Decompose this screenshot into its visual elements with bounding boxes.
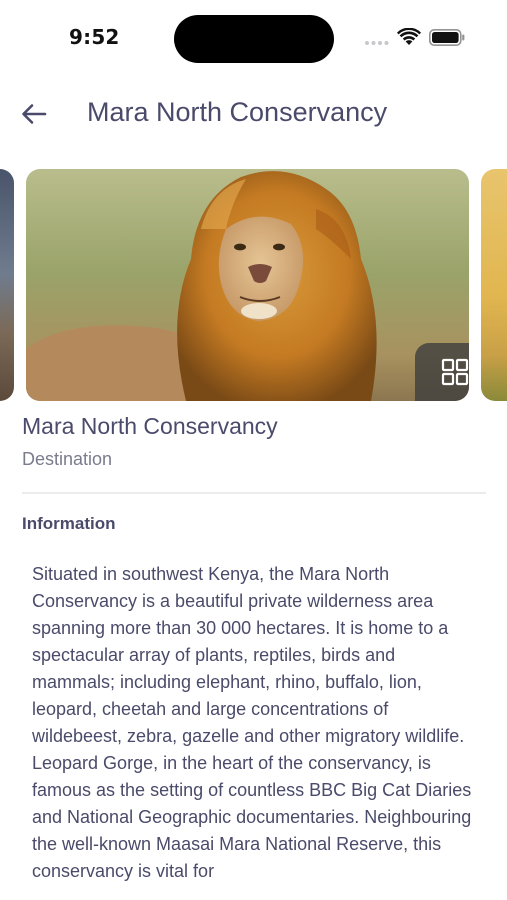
page-title: Mara North Conservancy: [87, 97, 388, 127]
place-title: Mara North Conservancy: [22, 413, 278, 439]
header: Mara North Conservancy: [0, 88, 507, 138]
carousel-card-next[interactable]: [481, 169, 507, 401]
carousel-card-current[interactable]: [26, 169, 469, 401]
status-time: 9:52: [69, 25, 120, 49]
lion-photo: [26, 169, 469, 401]
cellular-signal-icon: [365, 41, 389, 45]
information-heading: Information: [22, 514, 116, 533]
grid-icon: [441, 358, 469, 386]
screen: 9:52 Mara North Conservancy Mara North C…: [0, 0, 507, 900]
wifi-icon: [397, 28, 421, 45]
place-type-label: Destination: [22, 449, 113, 469]
arrow-left-icon: [22, 104, 47, 124]
back-button[interactable]: [14, 94, 54, 134]
information-text: Situated in southwest Kenya, the Mara No…: [32, 564, 472, 881]
image-carousel[interactable]: [0, 169, 507, 401]
gallery-button[interactable]: [415, 343, 469, 401]
battery-icon: [429, 29, 465, 46]
dynamic-island: [174, 15, 334, 63]
carousel-card-previous[interactable]: [0, 169, 14, 401]
status-bar: 9:52: [0, 0, 507, 78]
divider: [22, 492, 486, 494]
